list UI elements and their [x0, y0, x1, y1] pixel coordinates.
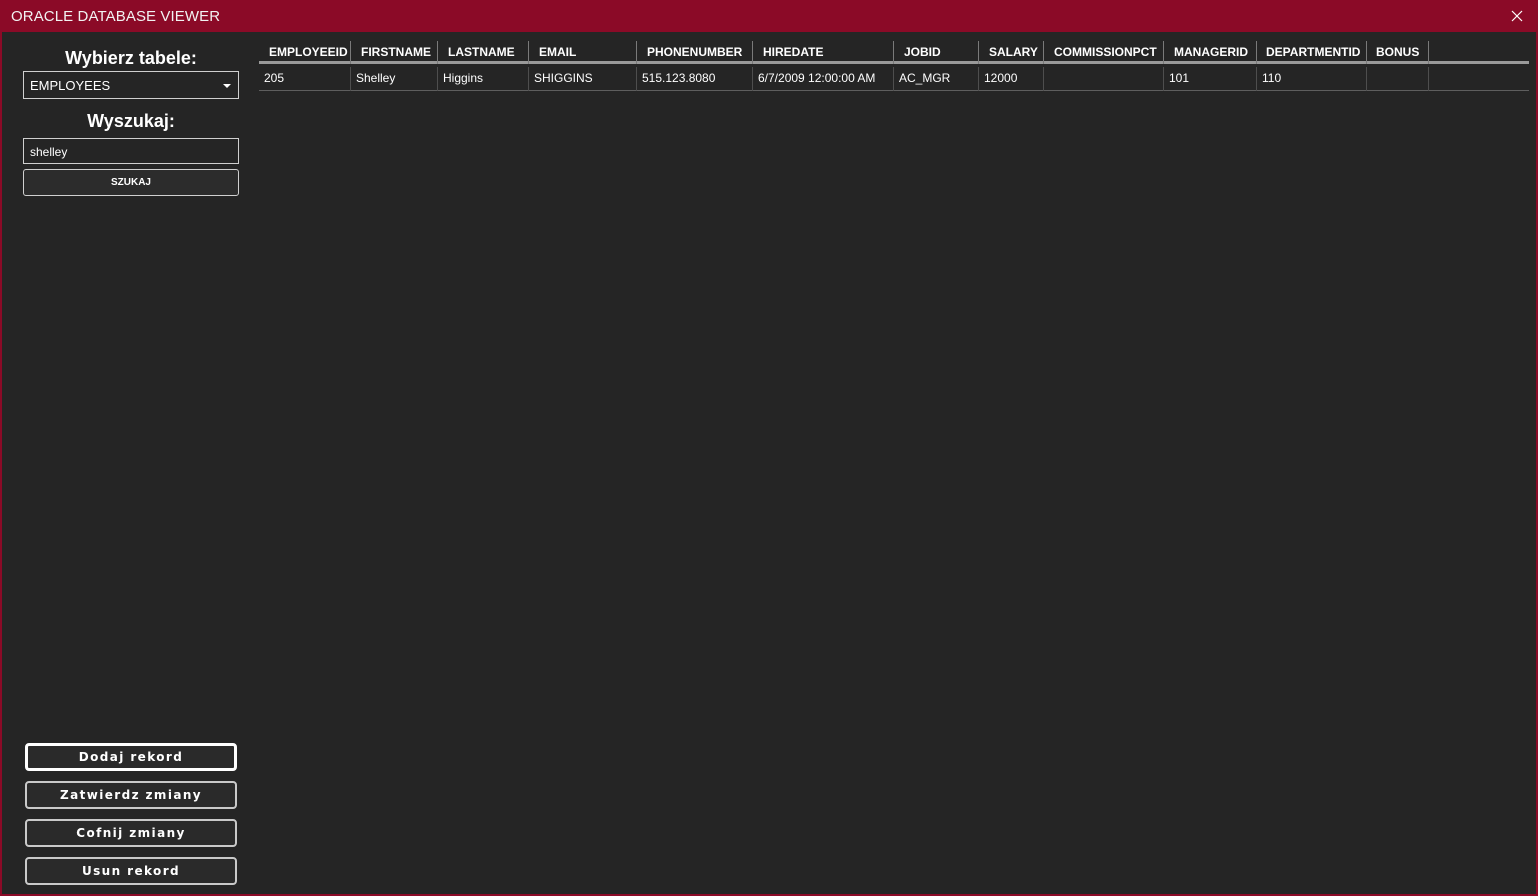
close-button[interactable] — [1508, 7, 1526, 25]
table-cell[interactable]: 101 — [1164, 67, 1257, 91]
table-cell[interactable] — [1044, 67, 1164, 91]
column-header[interactable]: SALARY — [979, 41, 1044, 64]
column-header[interactable]: MANAGERID — [1164, 41, 1257, 64]
add-record-button[interactable]: Dodaj rekord — [25, 743, 237, 771]
close-icon — [1511, 10, 1523, 22]
table-cell[interactable]: 515.123.8080 — [637, 67, 753, 91]
table-cell[interactable]: 12000 — [979, 67, 1044, 91]
column-header[interactable]: DEPARTMENTID — [1257, 41, 1367, 64]
table-select[interactable]: EMPLOYEES — [23, 71, 239, 99]
search-button[interactable]: SZUKAJ — [23, 169, 239, 196]
title-bar[interactable]: ORACLE DATABASE VIEWER — [2, 0, 1538, 32]
table-cell[interactable]: AC_MGR — [894, 67, 979, 91]
app-window: ORACLE DATABASE VIEWER Wybierz tabele: E… — [0, 0, 1538, 896]
table-cell[interactable]: SHIGGINS — [529, 67, 637, 91]
window-title: ORACLE DATABASE VIEWER — [11, 8, 221, 25]
grid-header: EMPLOYEEID FIRSTNAME LASTNAME EMAIL PHON… — [259, 41, 1529, 64]
column-header[interactable]: LASTNAME — [438, 41, 529, 64]
table-cell[interactable]: Shelley — [351, 67, 438, 91]
table-row[interactable]: 205 Shelley Higgins SHIGGINS 515.123.808… — [259, 67, 1529, 91]
search-input-value: shelley — [30, 145, 68, 159]
column-header[interactable]: COMMISSIONPCT — [1044, 41, 1164, 64]
column-header[interactable]: JOBID — [894, 41, 979, 64]
table-select-value: EMPLOYEES — [30, 78, 111, 93]
table-cell[interactable]: 205 — [259, 67, 351, 91]
table-cell[interactable] — [1367, 67, 1429, 91]
search-input[interactable]: shelley — [23, 138, 239, 164]
column-header[interactable]: EMPLOYEEID — [259, 41, 351, 64]
data-grid[interactable]: EMPLOYEEID FIRSTNAME LASTNAME EMAIL PHON… — [259, 41, 1529, 91]
table-cell[interactable]: 110 — [1257, 67, 1367, 91]
table-cell[interactable]: Higgins — [438, 67, 529, 91]
commit-changes-button[interactable]: Zatwierdz zmiany — [25, 781, 237, 809]
column-header[interactable]: FIRSTNAME — [351, 41, 438, 64]
table-select-label: Wybierz tabele: — [65, 48, 197, 68]
column-header[interactable]: BONUS — [1367, 41, 1429, 64]
chevron-down-icon — [223, 84, 231, 88]
table-cell[interactable]: 6/7/2009 12:00:00 AM — [753, 67, 894, 91]
delete-record-button[interactable]: Usun rekord — [25, 857, 237, 885]
column-header[interactable]: HIREDATE — [753, 41, 894, 64]
revert-changes-button[interactable]: Cofnij zmiany — [25, 819, 237, 847]
column-header[interactable]: PHONENUMBER — [637, 41, 753, 64]
sidebar: Wybierz tabele: EMPLOYEES Wyszukaj: shel… — [2, 32, 258, 894]
search-label: Wyszukaj: — [87, 111, 175, 131]
column-header[interactable]: EMAIL — [529, 41, 637, 64]
